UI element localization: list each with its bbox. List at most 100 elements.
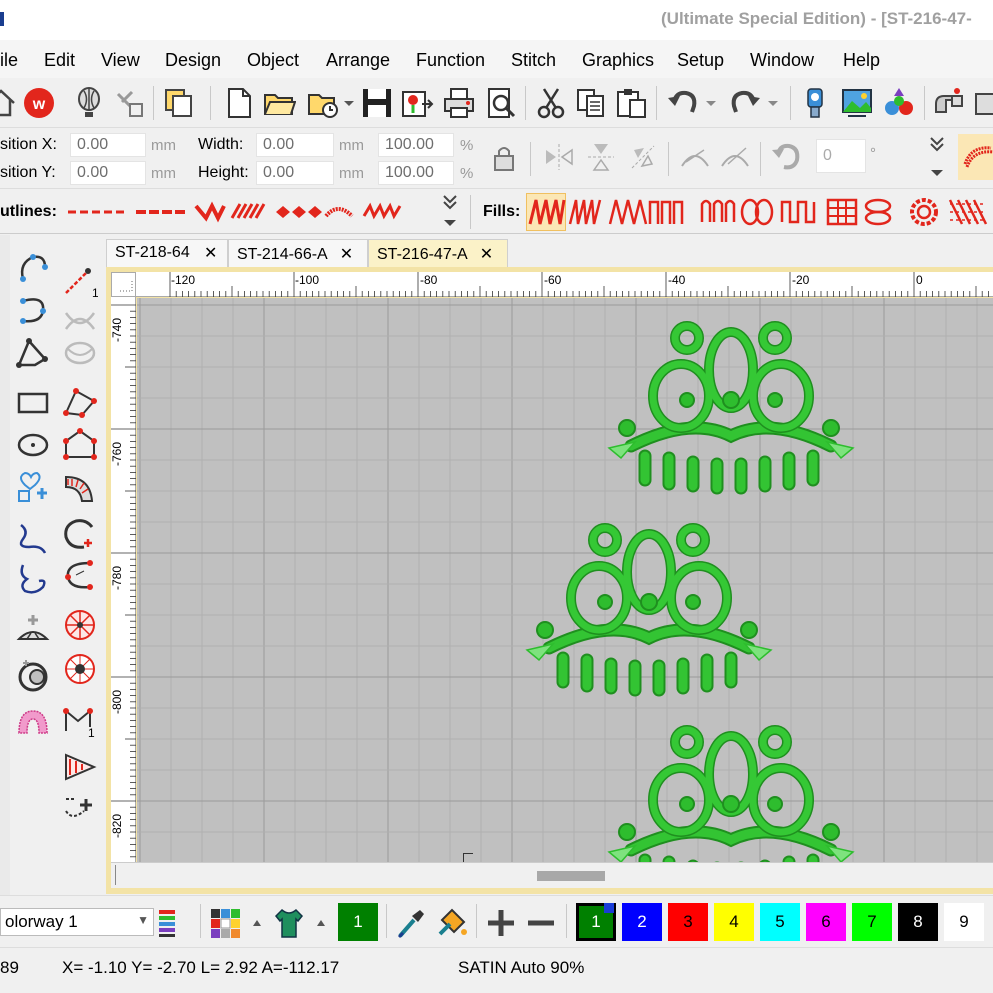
cutwork-tool-icon[interactable] — [13, 655, 53, 695]
design-canvas[interactable] — [137, 298, 993, 862]
stitch-player-icon[interactable] — [796, 84, 834, 122]
new-file-icon[interactable] — [220, 84, 258, 122]
stitch-edit-1b-icon[interactable]: 1 — [60, 701, 100, 741]
menu-help[interactable]: Help — [843, 50, 880, 71]
polygon-node-tool-icon[interactable] — [13, 333, 53, 373]
cut-icon[interactable] — [532, 84, 570, 122]
node-add-tool-icon[interactable] — [60, 789, 100, 829]
menu-object[interactable]: Object — [247, 50, 299, 71]
color-swatch-5[interactable]: 5 — [760, 903, 800, 941]
menu-edit[interactable]: Edit — [44, 50, 75, 71]
letter-c-tool-icon[interactable] — [60, 515, 100, 555]
copy-icon[interactable] — [572, 84, 610, 122]
tab-st-216-47-a[interactable]: ST-216-47-A ✕ — [368, 239, 508, 267]
color-swatch-6[interactable]: 6 — [806, 903, 846, 941]
balloon-icon[interactable] — [70, 84, 108, 122]
color-swatch-7[interactable]: 7 — [852, 903, 892, 941]
freehand-shape-tool-icon[interactable] — [13, 559, 53, 599]
close-icon[interactable]: ✕ — [204, 243, 217, 263]
garment-icon[interactable] — [270, 904, 308, 942]
wilcom-logo-button[interactable]: w — [20, 84, 58, 122]
export-design-icon[interactable] — [398, 84, 436, 122]
current-color-swatch[interactable]: 1 — [338, 903, 378, 941]
horizontal-scrollbar[interactable] — [111, 862, 993, 888]
width-input[interactable]: 0.00 — [256, 133, 334, 157]
close-icon[interactable]: ✕ — [340, 246, 353, 263]
open-folder-icon[interactable] — [260, 84, 298, 122]
reshape-node-tool-icon[interactable] — [13, 249, 53, 289]
property-bar-overflow-icon[interactable] — [925, 132, 949, 182]
color-chart-icon[interactable] — [206, 904, 244, 942]
outlines-overflow-icon[interactable] — [438, 192, 462, 232]
artwork-picture-icon[interactable] — [838, 84, 876, 122]
color-swatch-8[interactable]: 8 — [898, 903, 938, 941]
skew-alt-icon[interactable] — [716, 138, 754, 176]
vertical-ruler[interactable]: -740 -760 -780 -800 -820 — [110, 297, 136, 862]
print-preview-icon[interactable] — [482, 84, 520, 122]
color-swatch-2[interactable]: 2 — [622, 903, 662, 941]
fan-fill-tool-icon[interactable] — [60, 747, 100, 787]
embroidery-design[interactable] — [137, 298, 993, 862]
node-curve-tool-icon[interactable] — [13, 291, 53, 331]
angle-node-tool-icon[interactable] — [60, 555, 100, 595]
menu-window[interactable]: Window — [750, 50, 814, 71]
menu-function[interactable]: Function — [416, 50, 485, 71]
radial-fill-tool-icon[interactable] — [60, 605, 100, 645]
open-recent-icon[interactable] — [304, 84, 342, 122]
redo-icon[interactable] — [726, 84, 764, 122]
copy-layers-icon[interactable] — [160, 84, 198, 122]
mirror-diagonal-icon[interactable] — [624, 138, 662, 176]
color-objects-icon[interactable] — [880, 84, 918, 122]
redo-dropdown-icon[interactable] — [764, 84, 782, 122]
menu-graphics[interactable]: Graphics — [582, 50, 654, 71]
shapes-tool-icon[interactable] — [13, 467, 53, 507]
outline-stitch-types[interactable] — [66, 198, 356, 226]
loop-tool-icon[interactable] — [60, 333, 100, 373]
fill-stitch-types[interactable] — [526, 196, 993, 228]
menu-arrange[interactable]: Arrange — [326, 50, 390, 71]
position-y-input[interactable]: 0.00 — [70, 161, 146, 185]
color-swatch-3[interactable]: 3 — [668, 903, 708, 941]
color-list-icon[interactable] — [156, 904, 178, 942]
scrollbar-thumb[interactable] — [537, 871, 605, 881]
height-percent-input[interactable]: 100.00 — [378, 161, 454, 185]
menu-setup[interactable]: Setup — [677, 50, 724, 71]
ruler-corner[interactable] — [111, 272, 136, 297]
menu-stitch[interactable]: Stitch — [511, 50, 556, 71]
mirror-horizontal-icon[interactable] — [540, 138, 578, 176]
tools-settings-icon[interactable] — [110, 84, 148, 122]
machine-alt-icon[interactable] — [970, 84, 993, 122]
position-x-input[interactable]: 0.00 — [70, 133, 146, 157]
eyedropper-icon[interactable] — [392, 904, 430, 942]
rectangle-tool-icon[interactable] — [13, 383, 53, 423]
undo-dropdown-icon[interactable] — [702, 84, 720, 122]
stitch-edit-1-icon[interactable]: 1 — [60, 261, 100, 301]
rotate-icon[interactable] — [768, 138, 806, 176]
menu-file[interactable]: ile — [0, 50, 18, 71]
open-dropdown-icon[interactable] — [340, 84, 358, 122]
ellipse-tool-icon[interactable] — [13, 425, 53, 465]
height-input[interactable]: 0.00 — [256, 161, 334, 185]
satin-stitch-icon[interactable] — [958, 134, 993, 180]
color-swatch-4[interactable]: 4 — [714, 903, 754, 941]
outline-zigzag-icon[interactable] — [362, 198, 404, 226]
machine-icon[interactable] — [930, 84, 968, 122]
tab-st-214-66-a[interactable]: ST-214-66-A ✕ — [228, 239, 368, 267]
menu-design[interactable]: Design — [165, 50, 221, 71]
skew-icon[interactable] — [676, 138, 714, 176]
star-fill-tool-icon[interactable] — [60, 649, 100, 689]
horizontal-ruler[interactable]: -120 -100 -80 -60 -40 -20 0 — [136, 272, 993, 297]
caret-up-icon[interactable] — [314, 904, 328, 942]
caret-up-icon[interactable] — [250, 904, 264, 942]
polyline-fill-tool-icon[interactable] — [60, 383, 100, 423]
paint-bucket-icon[interactable] — [434, 904, 472, 942]
add-color-icon[interactable] — [482, 904, 520, 942]
print-icon[interactable] — [440, 84, 478, 122]
close-icon[interactable]: ✕ — [480, 246, 493, 263]
width-percent-input[interactable]: 100.00 — [378, 133, 454, 157]
color-swatch-9[interactable]: 9 — [944, 903, 984, 941]
chenille-tool-icon[interactable] — [13, 703, 53, 743]
paste-icon[interactable] — [612, 84, 650, 122]
mirror-vertical-icon[interactable] — [582, 138, 620, 176]
colorway-select[interactable]: olorway 1 ▼ — [0, 908, 154, 936]
